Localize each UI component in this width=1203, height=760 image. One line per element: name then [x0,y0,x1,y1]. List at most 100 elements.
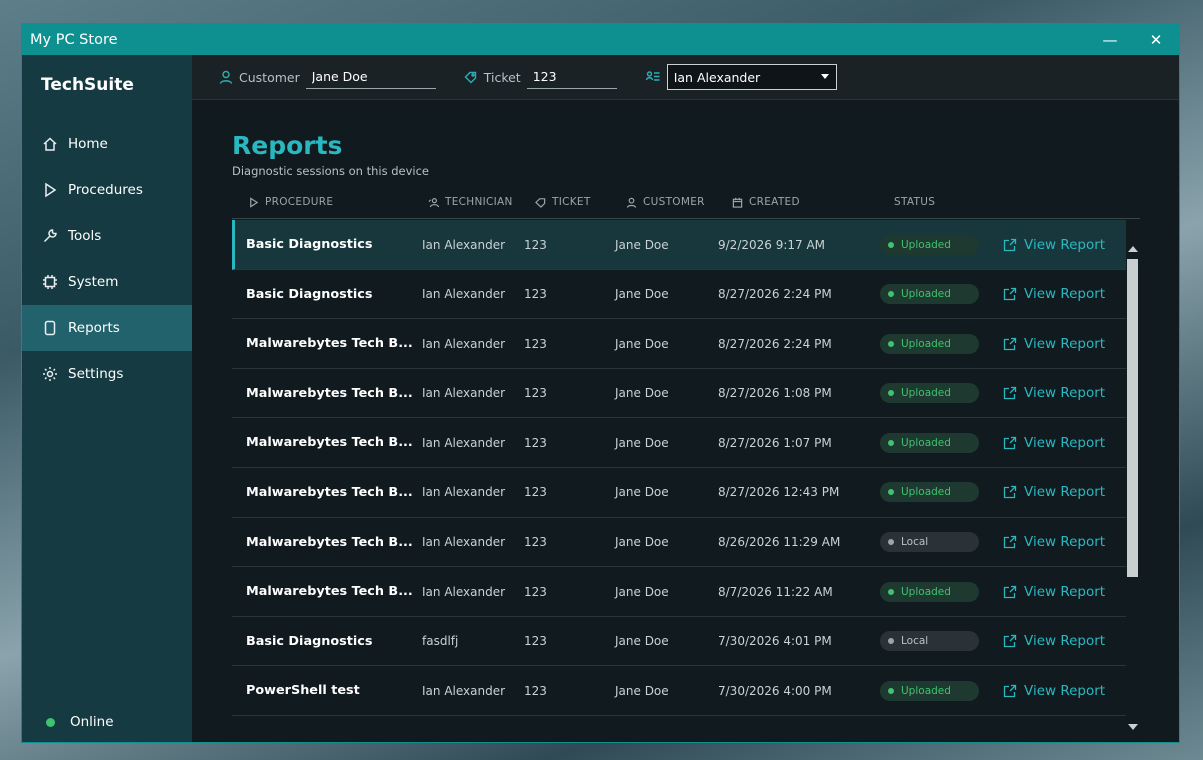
procedure-cell: Malwarebytes Tech B... [246,435,413,451]
status-cell: Uploaded [880,220,979,269]
sidebar-item-home[interactable]: Home [22,121,192,167]
table-row[interactable]: Basic Diagnostics fasdlfj 123 Jane Doe 7/30/… [232,617,1126,667]
column-status[interactable]: STATUS [894,196,935,208]
status-cell: Uploaded [880,666,979,715]
view-report-link[interactable]: View Report [1003,319,1105,368]
ticket-cell: 123 [524,584,547,599]
created-cell: 8/27/2026 1:08 PM [718,386,832,401]
minimize-button[interactable]: — [1087,24,1133,55]
view-report-link[interactable]: View Report [1003,220,1105,269]
sidebar-item-label: Procedures [68,182,143,198]
column-ticket[interactable]: TICKET [535,196,591,208]
table-row[interactable]: Malwarebytes Tech B... Ian Alexander 123 Ja… [232,518,1126,568]
sidebar-item-procedures[interactable]: Procedures [22,167,192,213]
view-report-link[interactable]: View Report [1003,270,1105,319]
view-report-link[interactable]: View Report [1003,666,1105,715]
procedure-cell: Basic Diagnostics [246,286,373,302]
table-row[interactable]: Malwarebytes Tech B... Ian Alexander 123 Ja… [232,468,1126,518]
status-badge-label: Uploaded [901,436,951,449]
column-technician-label: TECHNICIAN [445,196,513,208]
chip-icon [41,273,59,291]
status-dot-icon [888,539,894,546]
status-badge-label: Uploaded [901,288,951,301]
sidebar-item-label: Settings [68,366,124,382]
view-report-link[interactable]: View Report [1003,518,1105,567]
column-technician[interactable]: TECHNICIAN [428,196,513,208]
scroll-thumb[interactable] [1127,259,1138,577]
customer-cell: Jane Doe [615,485,669,500]
technician-cell: Ian Alexander [422,584,506,599]
status-badge: Local [880,631,979,652]
status-dot-icon [888,687,894,694]
table-row[interactable]: Malwarebytes Tech B... Ian Alexander 123 Ja… [232,319,1126,369]
status-cell: Uploaded [880,319,979,368]
procedure-cell: Basic Diagnostics [246,633,373,649]
customer-cell: Jane Doe [615,287,669,302]
table-row[interactable]: Basic Diagnostics Ian Alexander 123 Jane Do… [232,270,1126,320]
table-row[interactable]: Basic Diagnostics Ian Alexander 123 Jane Do… [232,220,1126,270]
created-cell: 8/27/2026 1:07 PM [718,435,832,450]
close-button[interactable]: ✕ [1133,24,1179,55]
person-icon [219,70,233,84]
technician-cell: Ian Alexander [422,287,506,302]
ticket-field: Ticket [464,65,617,89]
sidebar-item-reports[interactable]: Reports [22,305,192,351]
status-dot-icon [888,340,894,347]
view-report-link[interactable]: View Report [1003,567,1105,616]
view-report-link[interactable]: View Report [1003,369,1105,418]
customer-cell: Jane Doe [615,634,669,649]
column-created[interactable]: CREATED [732,196,800,208]
view-report-link[interactable]: View Report [1003,617,1105,666]
customer-input[interactable] [305,65,436,89]
column-procedure-label: PROCEDURE [265,196,334,208]
play-icon [41,181,59,199]
open-external-icon [1003,585,1017,598]
customer-cell: Jane Doe [615,584,669,599]
procedure-cell: Basic Diagnostics [246,237,373,252]
open-external-icon [1003,684,1017,697]
technician-cell: Ian Alexander [422,485,506,500]
ticket-cell: 123 [524,435,547,450]
technician-cell: Ian Alexander [422,336,506,351]
technician-cell: fasdlfj [422,634,459,649]
column-procedure[interactable]: PROCEDURE [248,196,333,208]
title-bar[interactable]: My PC Store — ✕ [22,24,1179,55]
view-report-link[interactable]: View Report [1003,468,1105,517]
procedure-cell: Malwarebytes Tech B... [246,336,413,352]
column-customer[interactable]: CUSTOMER [626,196,705,208]
reports-page: Reports Diagnostic sessions on this devi… [192,101,1179,742]
person-icon [626,197,637,208]
created-cell: 7/30/2026 4:01 PM [718,634,832,649]
open-external-icon [1003,238,1017,251]
sidebar-item-tools[interactable]: Tools [22,213,192,259]
sidebar-item-settings[interactable]: Settings [22,351,192,397]
view-report-label: View Report [1024,335,1106,352]
gear-icon [41,365,59,383]
table-row[interactable]: PowerShell test Ian Alexander 123 Jane Doe 7… [232,666,1126,716]
table-row[interactable]: Malwarebytes Tech B... Ian Alexander 123 Ja… [232,369,1126,419]
table-header: PROCEDURE TECHNICIAN TICKET CUSTOMER CRE… [232,185,1140,219]
technician-dropdown[interactable]: Ian Alexander [666,64,837,90]
customer-cell: Jane Doe [615,237,669,252]
created-cell: 9/2/2026 9:17 AM [718,237,826,252]
status-badge: Uploaded [880,383,979,404]
view-report-label: View Report [1024,434,1106,451]
customer-cell: Jane Doe [615,386,669,401]
ticket-input[interactable] [526,65,617,89]
view-report-link[interactable]: View Report [1003,418,1105,467]
ticket-label: Ticket [483,69,521,85]
table-row[interactable]: Malwarebytes Tech B... Ian Alexander 123 Ja… [232,418,1126,468]
view-report-label: View Report [1024,583,1106,600]
procedure-cell: Malwarebytes Tech B... [246,534,413,550]
ticket-cell: 123 [524,386,547,401]
view-report-label: View Report [1024,385,1106,402]
scroll-down-icon[interactable] [1128,724,1138,730]
status-badge-label: Local [901,635,929,648]
sidebar-item-system[interactable]: System [22,259,192,305]
scroll-up-icon[interactable] [1128,246,1138,252]
session-toolbar: Customer Ticket Ian Alexander [192,55,1179,100]
vertical-scrollbar[interactable] [1126,246,1140,736]
status-badge: Uploaded [880,432,979,453]
table-row[interactable]: Malwarebytes Tech B... Ian Alexander 123 Ja… [232,567,1126,617]
ticket-cell: 123 [524,336,547,351]
